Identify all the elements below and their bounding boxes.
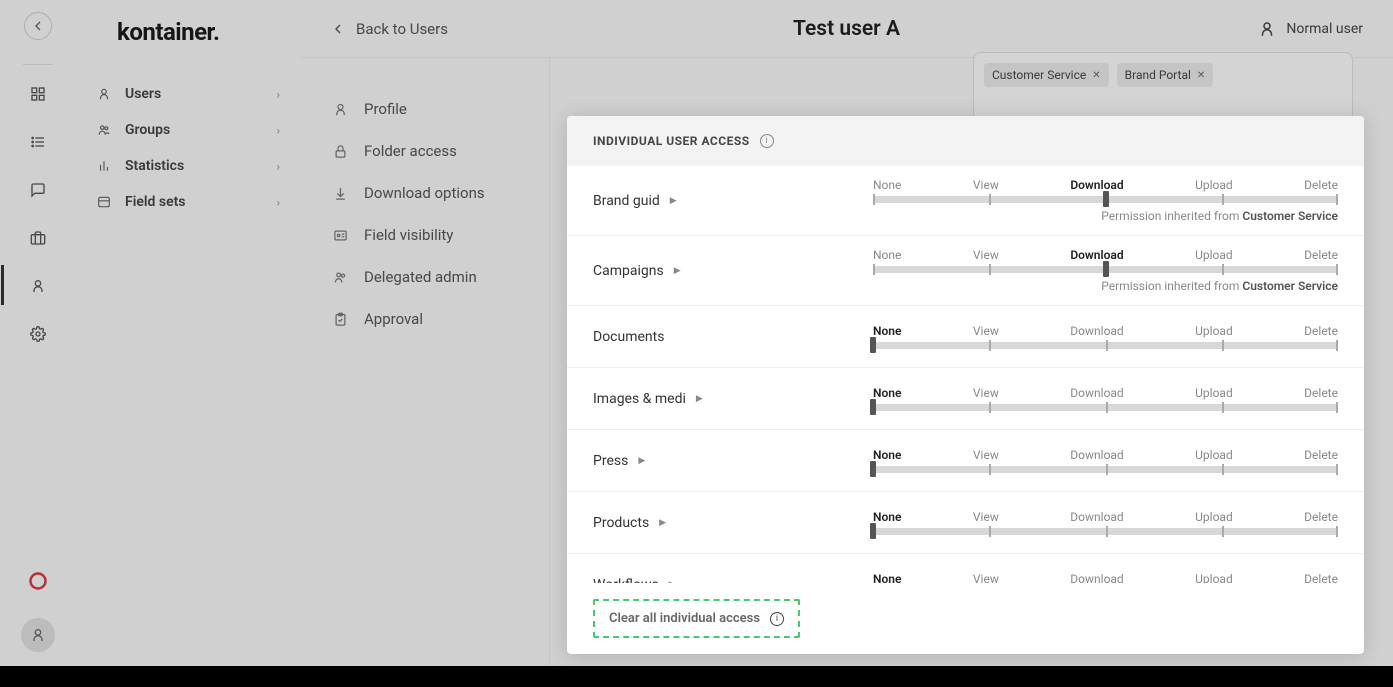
individual-access-panel: INDIVIDUAL USER ACCESS i Brand guid▶None…	[567, 116, 1364, 654]
nav-item-field-sets[interactable]: Field sets›	[75, 184, 300, 220]
page-title: Test user A	[793, 17, 900, 41]
slider-handle[interactable]	[870, 461, 876, 477]
panel-header: INDIVIDUAL USER ACCESS i	[567, 116, 1364, 166]
folder-row: DocumentsNoneViewDownloadUploadDelete	[567, 306, 1364, 368]
remove-tag-icon[interactable]: ✕	[1197, 70, 1205, 81]
clear-all-button[interactable]: Clear all individual access i	[593, 599, 800, 638]
permission-slider[interactable]	[873, 404, 1338, 411]
nav-item-users[interactable]: Users›	[75, 76, 300, 112]
user-role-text: Normal user	[1286, 21, 1363, 37]
settings-item-download-options[interactable]: Download options	[320, 172, 529, 214]
back-to-users-link[interactable]: Back to Users	[330, 20, 448, 38]
folder-name[interactable]: Products▶	[593, 515, 873, 531]
permission-slider[interactable]	[873, 528, 1338, 535]
page-header: Back to Users Test user A Normal user	[300, 0, 1393, 58]
nav-item-groups[interactable]: Groups›	[75, 112, 300, 148]
help-icon[interactable]	[27, 570, 49, 592]
slider-handle[interactable]	[870, 399, 876, 415]
slider-handle[interactable]	[1103, 261, 1109, 277]
folder-row: Products▶NoneViewDownloadUploadDelete	[567, 492, 1364, 554]
back-label: Back to Users	[356, 20, 448, 38]
permission-slider[interactable]	[873, 466, 1338, 473]
folder-row: Images & medi▶NoneViewDownloadUploadDele…	[567, 368, 1364, 430]
folder-name[interactable]: Brand guid▶	[593, 193, 873, 209]
chevron-right-icon: ›	[277, 196, 280, 209]
folder-name[interactable]: Press▶	[593, 453, 873, 469]
clear-label: Clear all individual access	[609, 611, 760, 626]
chevron-right-icon: ›	[277, 160, 280, 173]
chat-icon[interactable]	[27, 179, 49, 201]
folder-name[interactable]: Campaigns▶	[593, 263, 873, 279]
gear-icon[interactable]	[27, 323, 49, 345]
secondary-nav: kontainer. Users›Groups›Statistics›Field…	[75, 0, 300, 666]
chevron-right-icon: ›	[277, 88, 280, 101]
info-icon[interactable]: i	[760, 134, 774, 148]
inherit-note: Permission inherited from Customer Servi…	[873, 279, 1338, 293]
folder-row: Brand guid▶NoneViewDownloadUploadDeleteP…	[567, 166, 1364, 236]
group-tag: Brand Portal✕	[1117, 63, 1214, 87]
folder-row: Workflows▶NoneViewDownloadUploadDelete	[567, 554, 1364, 583]
folder-row: Campaigns▶NoneViewDownloadUploadDeletePe…	[567, 236, 1364, 306]
settings-item-field-visibility[interactable]: Field visibility	[320, 214, 529, 256]
info-icon[interactable]: i	[770, 612, 784, 626]
settings-nav: ProfileFolder accessDownload optionsFiel…	[300, 58, 550, 666]
rail-back-button[interactable]	[24, 12, 52, 40]
slider-handle[interactable]	[870, 523, 876, 539]
chevron-right-icon: ›	[277, 124, 280, 137]
settings-item-delegated-admin[interactable]: Delegated admin	[320, 256, 529, 298]
expand-icon[interactable]: ▶	[670, 196, 677, 206]
expand-icon[interactable]: ▶	[659, 518, 666, 528]
expand-icon[interactable]: ▶	[696, 394, 703, 404]
briefcase-icon[interactable]	[27, 227, 49, 249]
permission-slider[interactable]	[873, 266, 1338, 273]
group-tags: Customer Service✕ Brand Portal✕	[973, 52, 1353, 122]
user-role-display[interactable]: Normal user	[1258, 20, 1363, 38]
nav-item-statistics[interactable]: Statistics›	[75, 148, 300, 184]
dashboard-icon[interactable]	[27, 83, 49, 105]
icon-rail	[0, 0, 75, 666]
folder-name[interactable]: Documents	[593, 329, 873, 345]
folder-row: Press▶NoneViewDownloadUploadDelete	[567, 430, 1364, 492]
permission-slider[interactable]	[873, 196, 1338, 203]
avatar[interactable]	[21, 618, 55, 652]
settings-item-approval[interactable]: Approval	[320, 298, 529, 340]
settings-item-folder-access[interactable]: Folder access	[320, 130, 529, 172]
logo: kontainer.	[75, 0, 300, 76]
permission-slider[interactable]	[873, 342, 1338, 349]
settings-item-profile[interactable]: Profile	[320, 88, 529, 130]
inherit-note: Permission inherited from Customer Servi…	[873, 209, 1338, 223]
remove-tag-icon[interactable]: ✕	[1092, 70, 1100, 81]
expand-icon[interactable]: ▶	[674, 266, 681, 276]
user-icon[interactable]	[27, 275, 49, 297]
folder-name[interactable]: Images & medi▶	[593, 391, 873, 407]
panel-title: INDIVIDUAL USER ACCESS	[593, 134, 750, 148]
expand-icon[interactable]: ▶	[638, 456, 645, 466]
slider-handle[interactable]	[870, 337, 876, 353]
folder-list: Brand guid▶NoneViewDownloadUploadDeleteP…	[567, 166, 1364, 583]
group-tag: Customer Service✕	[984, 63, 1109, 87]
slider-handle[interactable]	[1103, 191, 1109, 207]
list-icon[interactable]	[27, 131, 49, 153]
